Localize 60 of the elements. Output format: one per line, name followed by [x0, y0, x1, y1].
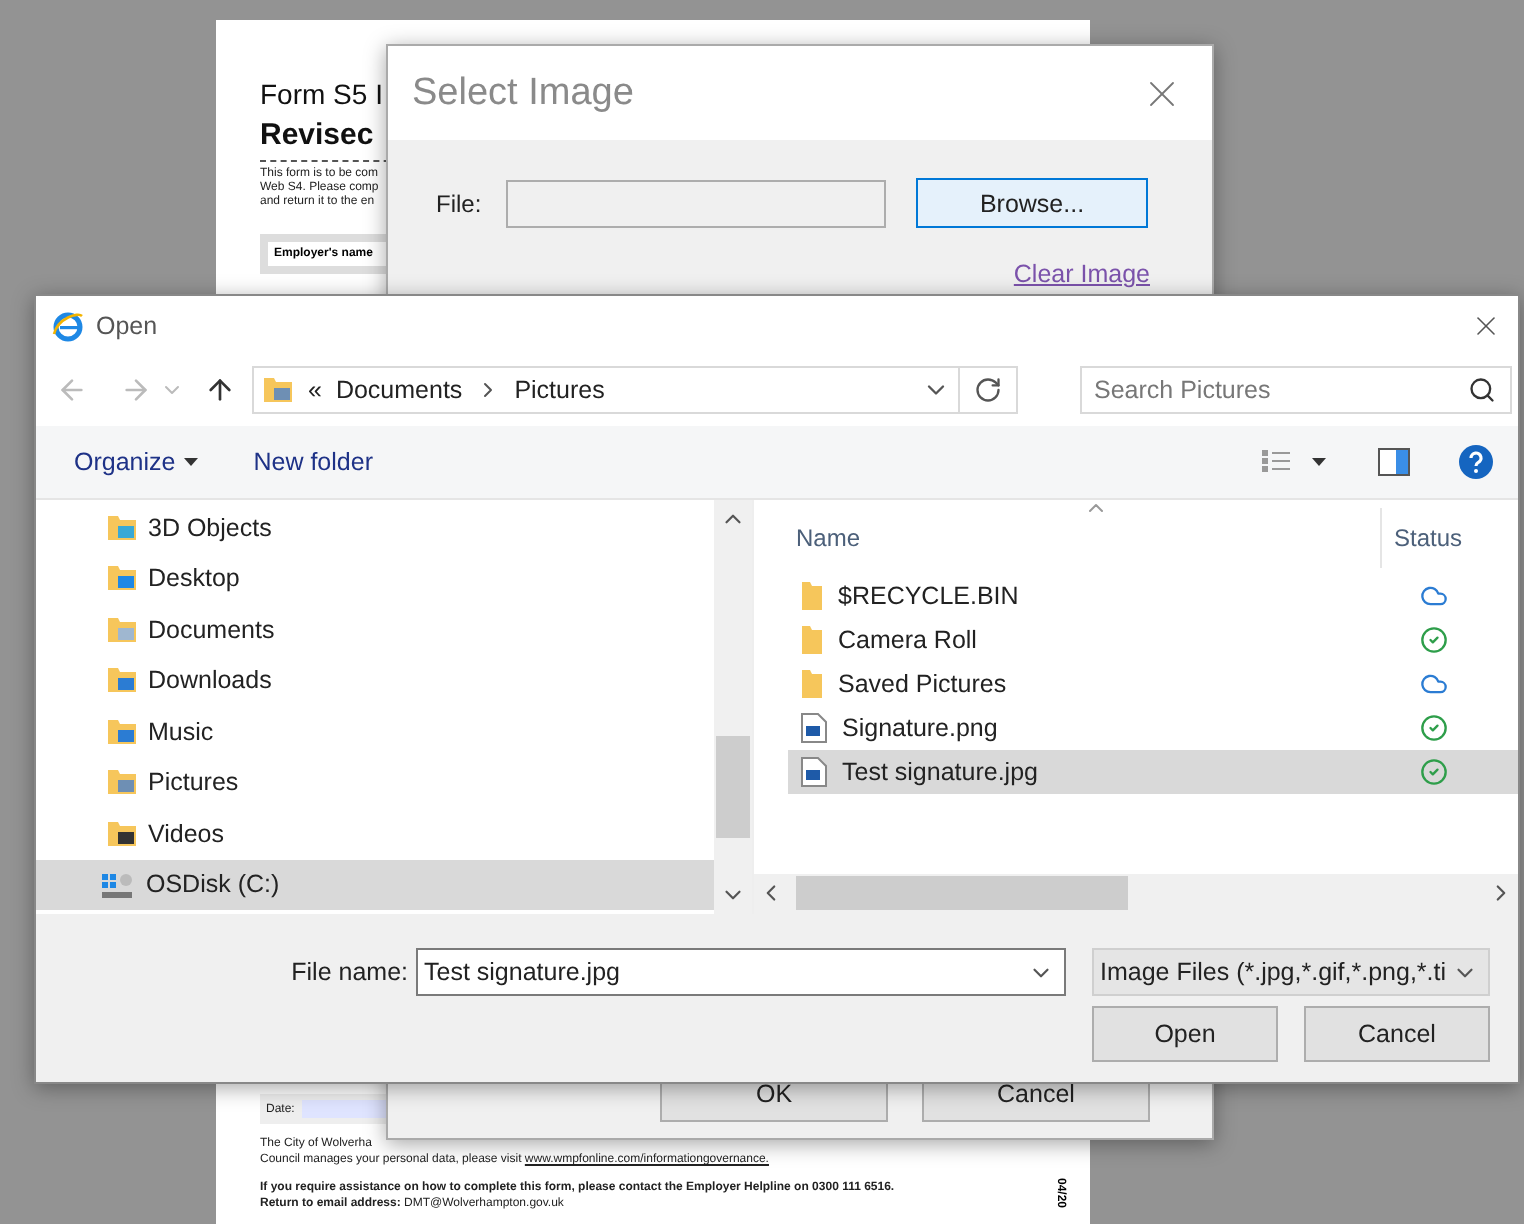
browser-icon	[52, 309, 84, 341]
file-name-label: File name:	[291, 958, 408, 986]
dialog-title: Open	[96, 311, 160, 339]
file-name-field[interactable]: Test signature.jpg	[416, 948, 1066, 996]
file-row[interactable]: Saved Pictures	[788, 662, 1518, 706]
drive-icon	[100, 868, 136, 901]
file-row[interactable]: $RECYCLE.BIN	[788, 574, 1518, 618]
new-folder-button[interactable]: New folder	[253, 448, 373, 476]
search-icon	[1468, 376, 1496, 404]
file-row[interactable]: Test signature.jpg	[788, 750, 1518, 794]
breadcrumb-overflow[interactable]: «	[308, 376, 322, 404]
file-row[interactable]: Signature.png	[788, 706, 1518, 750]
folder-icon	[800, 624, 824, 656]
folder-icon	[106, 715, 138, 748]
folder-icon	[106, 766, 138, 799]
search-field[interactable]: Search Pictures	[1080, 366, 1512, 414]
form-heading: Revisec	[260, 118, 374, 152]
file-field[interactable]	[506, 179, 886, 227]
nav-item[interactable]: Pictures	[36, 757, 714, 808]
image-file-icon	[800, 712, 828, 744]
caret-icon	[183, 458, 198, 466]
refresh-icon[interactable]	[974, 376, 1002, 404]
nav-item[interactable]: Downloads	[36, 655, 714, 706]
breadcrumb-item[interactable]: Documents	[335, 376, 463, 404]
dialog-title: Select Image	[412, 71, 634, 115]
column-header[interactable]: Name	[754, 523, 1380, 551]
cancel-button[interactable]: Cancel	[1304, 1006, 1490, 1062]
folder-icon	[106, 562, 138, 595]
file-row[interactable]: Camera Roll	[788, 618, 1518, 662]
nav-item[interactable]: 3D Objects	[36, 502, 714, 553]
nav-item[interactable]: Videos	[36, 808, 714, 859]
folder-icon	[262, 374, 294, 406]
preview-pane-icon[interactable]	[1378, 448, 1410, 476]
nav-item[interactable]: Music	[36, 706, 714, 757]
scrollbar-thumb[interactable]	[796, 875, 1128, 909]
clear-image-link[interactable]: Clear Image	[1013, 260, 1150, 288]
scrollbar[interactable]	[714, 500, 752, 914]
address-bar[interactable]: « Documents Pictures	[252, 366, 1018, 414]
file-label: File:	[436, 189, 484, 217]
folder-icon	[106, 817, 138, 850]
help-icon[interactable]	[1458, 444, 1494, 480]
folder-icon	[800, 668, 824, 700]
folder-icon	[106, 511, 138, 544]
view-list-icon[interactable]	[1260, 448, 1292, 476]
file-type-dropdown[interactable]: Image Files (*.jpg,*.gif,*.png,*.ti	[1092, 948, 1490, 996]
breadcrumb-item[interactable]: Pictures	[514, 376, 605, 404]
image-file-icon	[800, 756, 828, 788]
nav-item[interactable]: Documents	[36, 604, 714, 655]
organize-menu[interactable]: Organize	[74, 448, 198, 476]
folder-icon	[800, 580, 824, 612]
open-button[interactable]: Open	[1092, 1006, 1278, 1062]
folder-icon	[106, 664, 138, 697]
caret-icon[interactable]	[1312, 458, 1326, 466]
column-header[interactable]: Status	[1380, 507, 1463, 567]
folder-icon	[106, 613, 138, 646]
scrollbar-thumb[interactable]	[716, 736, 750, 838]
nav-item[interactable]: Desktop	[36, 553, 714, 604]
form-title: Form S5 I	[260, 78, 383, 110]
nav-item[interactable]: OSDisk (C:)	[36, 859, 714, 910]
browse-button[interactable]: Browse...	[916, 178, 1148, 228]
